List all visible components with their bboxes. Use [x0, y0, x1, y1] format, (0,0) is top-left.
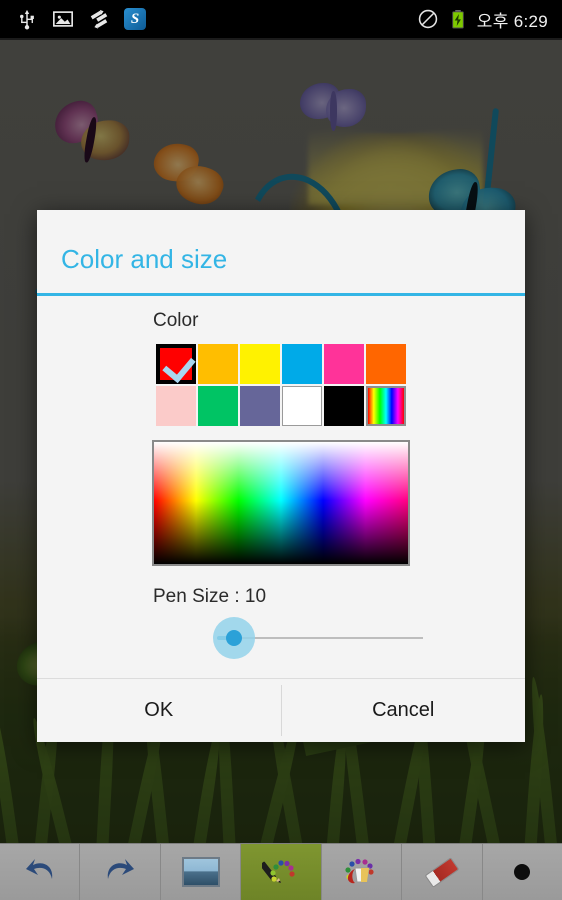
swatch-rainbow[interactable]	[366, 386, 406, 426]
swatch-orange[interactable]	[366, 344, 406, 384]
image-button[interactable]	[161, 844, 242, 900]
swatch-white[interactable]	[282, 386, 322, 426]
dialog-body: Color Pen Size : 10 OK Cancel	[37, 296, 525, 742]
status-right-icons: 오후 6:29	[417, 7, 562, 32]
status-clock: 오후 6:29	[476, 11, 548, 31]
undo-icon	[25, 859, 52, 879]
brush-size-button[interactable]	[483, 844, 562, 900]
paint-bucket-icon	[342, 857, 380, 887]
color-and-size-dialog: Color and size Color Pen Size: 10 OK Ca…	[37, 210, 525, 742]
color-swatch-row-2	[37, 386, 525, 426]
ok-button[interactable]: OK	[37, 679, 281, 742]
status-left-icons: S	[0, 8, 417, 30]
color-gradient-picker[interactable]	[152, 440, 410, 566]
battery-charging-icon	[447, 8, 469, 30]
data-transfer-icon	[88, 8, 110, 30]
brush-size-dot-icon	[514, 864, 531, 880]
swatch-amber[interactable]	[198, 344, 238, 384]
gallery-image-icon	[52, 8, 74, 30]
undo-button[interactable]	[0, 844, 81, 900]
color-section-label: Color	[153, 310, 199, 331]
bottom-toolbar	[0, 843, 562, 900]
gradient-black-layer	[154, 442, 408, 564]
redo-icon	[107, 859, 135, 879]
swatch-black[interactable]	[324, 386, 364, 426]
checkmark-icon	[160, 348, 192, 380]
silent-mode-icon	[417, 8, 439, 30]
pen-size-slider[interactable]	[37, 612, 525, 664]
eraser-icon	[424, 856, 460, 888]
swatch-green[interactable]	[198, 386, 238, 426]
fill-button[interactable]	[322, 844, 403, 900]
slider-thumb[interactable]	[226, 630, 242, 646]
pen-button[interactable]	[241, 844, 322, 900]
color-swatch-row-1	[37, 344, 525, 384]
dialog-title: Color and size	[61, 244, 228, 274]
swatch-light-pink[interactable]	[156, 386, 196, 426]
swatch-red[interactable]	[156, 344, 196, 384]
swatch-yellow[interactable]	[240, 344, 280, 384]
photo-icon	[181, 857, 220, 887]
cancel-button[interactable]: Cancel	[282, 679, 526, 742]
dialog-button-bar: OK Cancel	[37, 678, 525, 742]
skype-app-icon: S	[124, 8, 146, 30]
eraser-button[interactable]	[402, 844, 483, 900]
swatch-sky-blue[interactable]	[282, 344, 322, 384]
usb-icon	[16, 8, 38, 30]
swatch-pink[interactable]	[324, 344, 364, 384]
pen-size-label: Pen Size : 10	[153, 586, 267, 607]
status-bar: S 오후 6:29	[0, 0, 562, 40]
redo-button[interactable]	[80, 844, 161, 900]
pen-palette-icon	[259, 857, 300, 887]
swatch-slate-purple[interactable]	[240, 386, 280, 426]
